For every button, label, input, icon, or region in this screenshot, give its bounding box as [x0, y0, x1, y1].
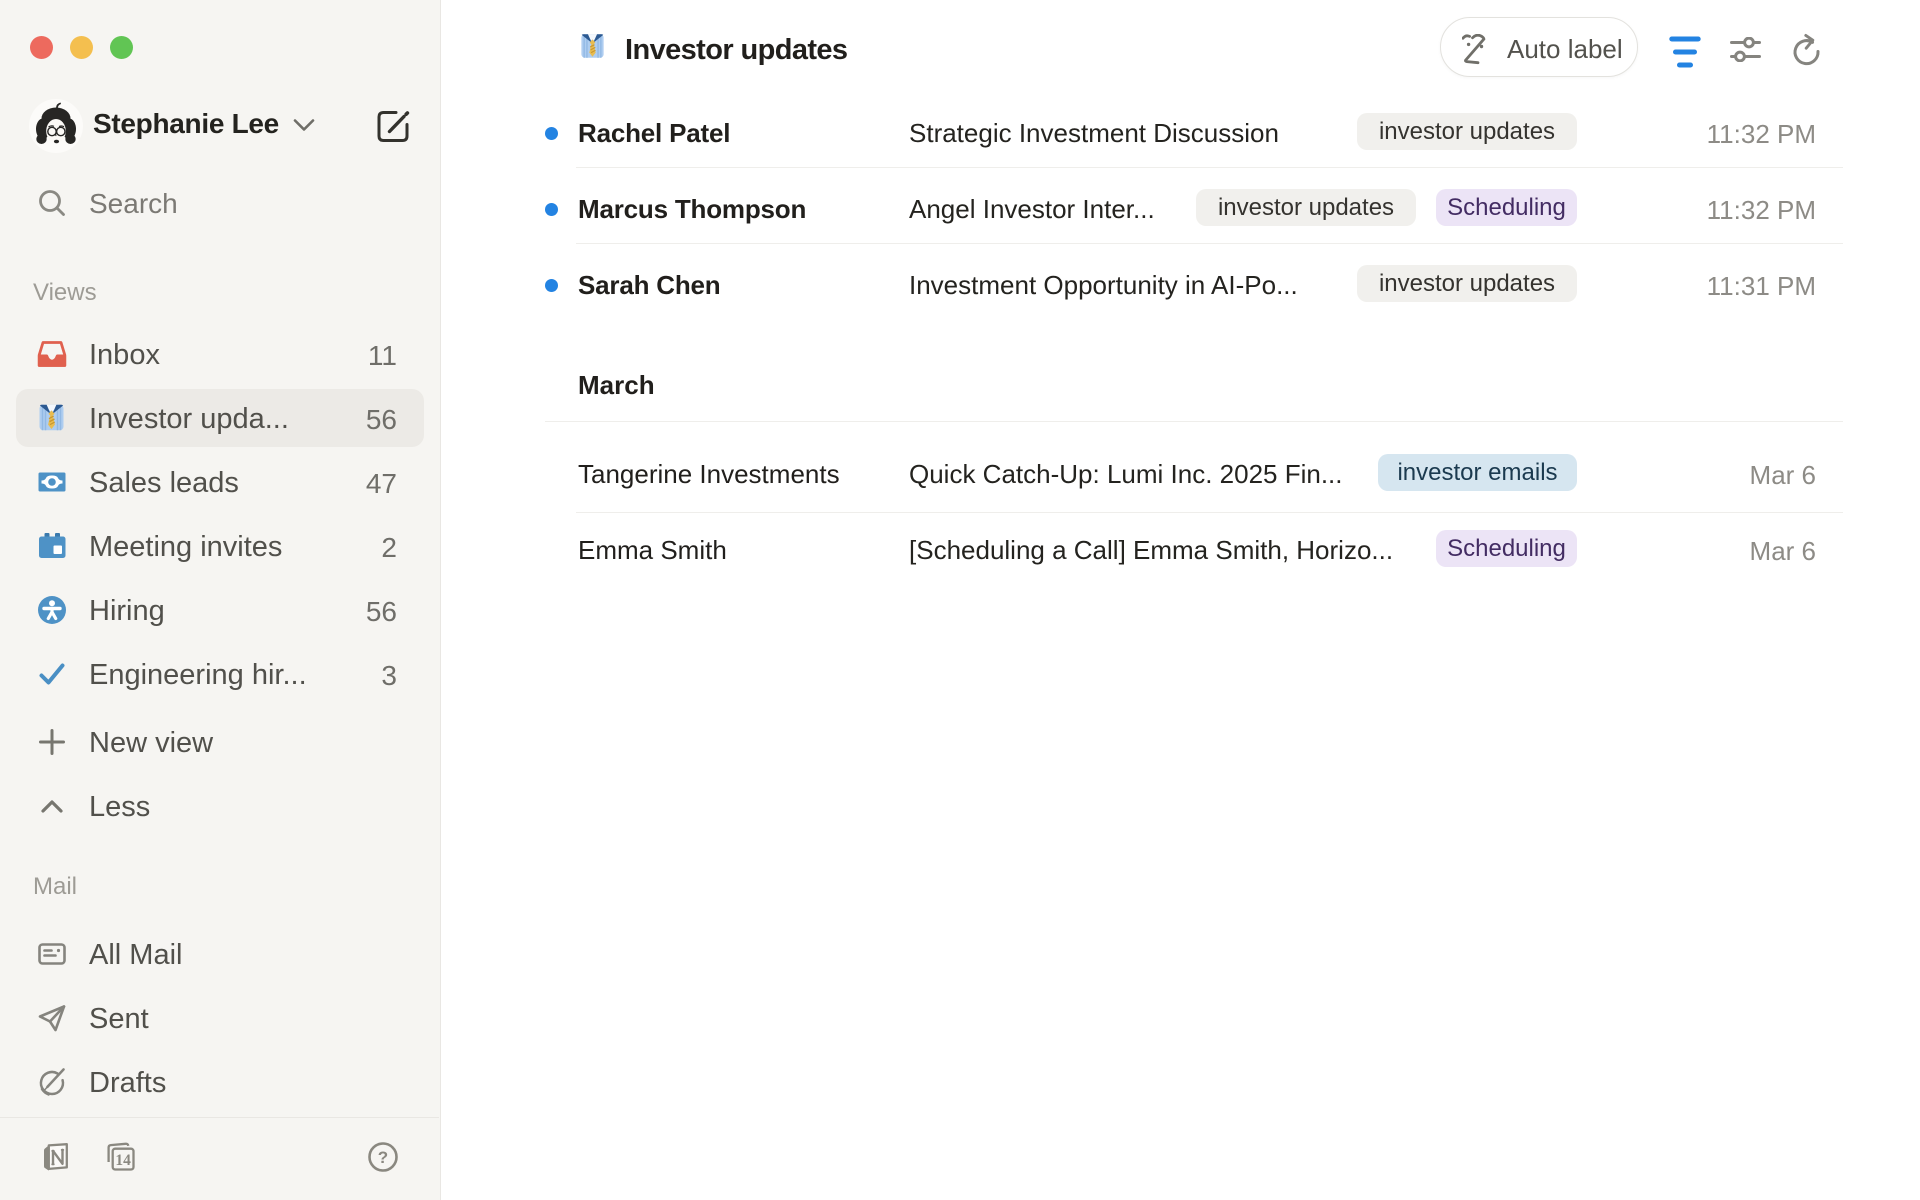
svg-text:14: 14 [115, 1152, 131, 1169]
svg-text:?: ? [378, 1148, 388, 1167]
